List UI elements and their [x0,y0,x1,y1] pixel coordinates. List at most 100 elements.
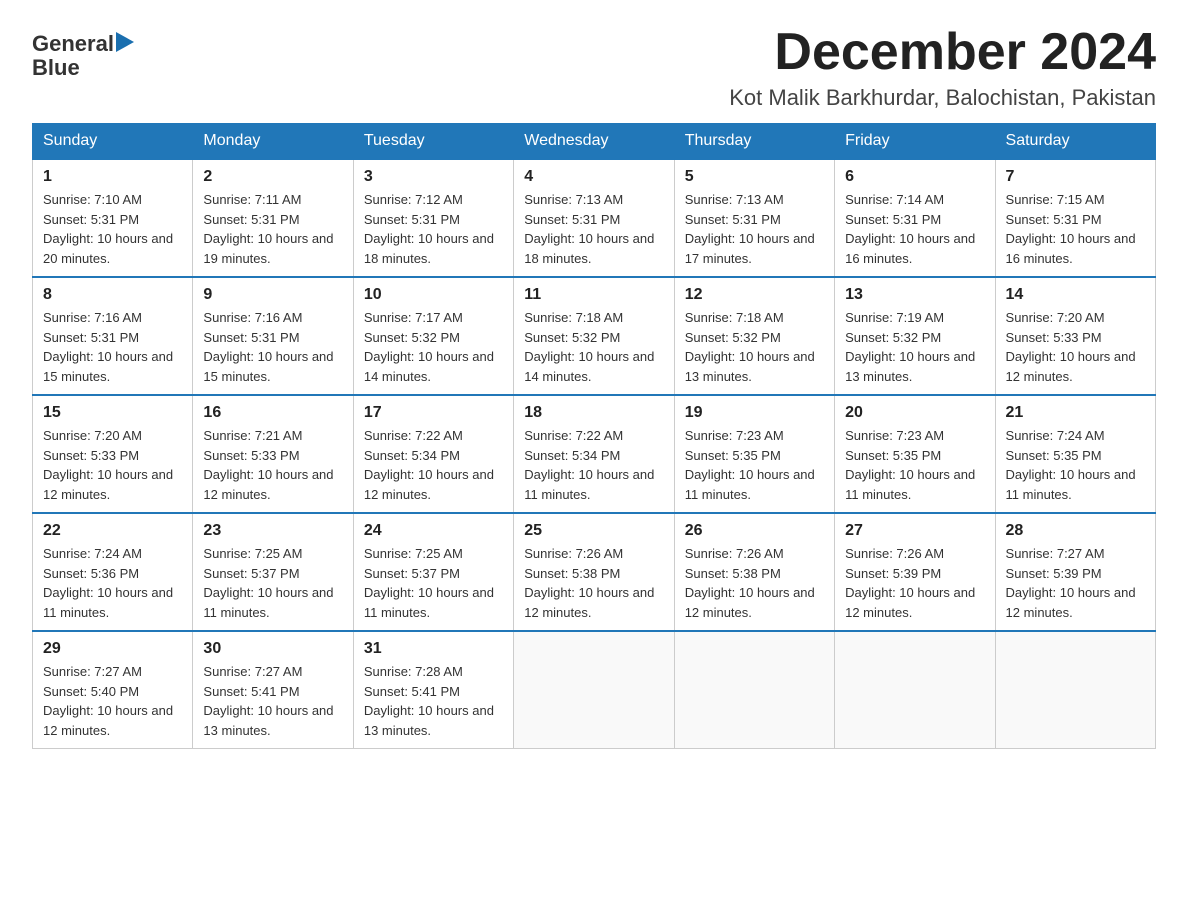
calendar-header-row: Sunday Monday Tuesday Wednesday Thursday… [33,124,1156,160]
day-info: Sunrise: 7:28 AMSunset: 5:41 PMDaylight:… [364,662,503,740]
day-info: Sunrise: 7:26 AMSunset: 5:38 PMDaylight:… [524,544,663,622]
day-number: 18 [524,404,663,422]
header-monday: Monday [193,124,353,160]
day-info: Sunrise: 7:13 AMSunset: 5:31 PMDaylight:… [524,190,663,268]
calendar-table: Sunday Monday Tuesday Wednesday Thursday… [32,123,1156,749]
header-wednesday: Wednesday [514,124,674,160]
table-row: 16Sunrise: 7:21 AMSunset: 5:33 PMDayligh… [193,395,353,513]
table-row: 20 Sunrise: 7:23 AMSunset: 5:35 PMDayligh… [835,395,995,513]
table-row: 25Sunrise: 7:26 AMSunset: 5:38 PMDayligh… [514,513,674,631]
table-row [995,631,1155,749]
logo-arrow-icon [116,32,134,52]
day-info: Sunrise: 7:20 AMSunset: 5:33 PMDaylight:… [43,426,182,504]
day-info: Sunrise: 7:23 AMSunset: 5:35 PMDaylight:… [845,426,984,504]
table-row: 31Sunrise: 7:28 AMSunset: 5:41 PMDayligh… [353,631,513,749]
month-title: December 2024 [729,24,1156,81]
header-sunday: Sunday [33,124,193,160]
table-row: 23 Sunrise: 7:25 AMSunset: 5:37 PMDayligh… [193,513,353,631]
day-info: Sunrise: 7:22 AMSunset: 5:34 PMDaylight:… [364,426,503,504]
day-number: 13 [845,286,984,304]
day-info: Sunrise: 7:18 AMSunset: 5:32 PMDaylight:… [685,308,824,386]
table-row [514,631,674,749]
table-row: 19Sunrise: 7:23 AMSunset: 5:35 PMDayligh… [674,395,834,513]
day-number: 23 [203,522,342,540]
day-number: 29 [43,640,182,658]
day-number: 22 [43,522,182,540]
day-info: Sunrise: 7:18 AMSunset: 5:32 PMDaylight:… [524,308,663,386]
table-row: 2Sunrise: 7:11 AMSunset: 5:31 PMDaylight… [193,159,353,277]
table-row: 1 Sunrise: 7:10 AMSunset: 5:31 PMDaylight… [33,159,193,277]
table-row: 9 Sunrise: 7:16 AMSunset: 5:31 PMDaylight… [193,277,353,395]
table-row: 3 Sunrise: 7:12 AMSunset: 5:31 PMDaylight… [353,159,513,277]
table-row: 12 Sunrise: 7:18 AMSunset: 5:32 PMDayligh… [674,277,834,395]
table-row: 21 Sunrise: 7:24 AMSunset: 5:35 PMDayligh… [995,395,1155,513]
header-friday: Friday [835,124,995,160]
day-info: Sunrise: 7:27 AMSunset: 5:41 PMDaylight:… [203,662,342,740]
day-info: Sunrise: 7:15 AMSunset: 5:31 PMDaylight:… [1006,190,1145,268]
day-number: 12 [685,286,824,304]
day-number: 17 [364,404,503,422]
day-number: 5 [685,168,824,186]
day-number: 24 [364,522,503,540]
day-info: Sunrise: 7:25 AMSunset: 5:37 PMDaylight:… [364,544,503,622]
day-number: 7 [1006,168,1145,186]
day-number: 10 [364,286,503,304]
day-info: Sunrise: 7:20 AMSunset: 5:33 PMDaylight:… [1006,308,1145,386]
day-info: Sunrise: 7:10 AMSunset: 5:31 PMDaylight:… [43,190,182,268]
table-row: 18Sunrise: 7:22 AMSunset: 5:34 PMDayligh… [514,395,674,513]
location-title: Kot Malik Barkhurdar, Balochistan, Pakis… [729,85,1156,111]
day-info: Sunrise: 7:26 AMSunset: 5:39 PMDaylight:… [845,544,984,622]
table-row: 15 Sunrise: 7:20 AMSunset: 5:33 PMDayligh… [33,395,193,513]
day-number: 6 [845,168,984,186]
day-number: 27 [845,522,984,540]
day-info: Sunrise: 7:14 AMSunset: 5:31 PMDaylight:… [845,190,984,268]
day-info: Sunrise: 7:27 AMSunset: 5:39 PMDaylight:… [1006,544,1145,622]
table-row: 7 Sunrise: 7:15 AMSunset: 5:31 PMDaylight… [995,159,1155,277]
calendar-week-5: 29 Sunrise: 7:27 AMSunset: 5:40 PMDayligh… [33,631,1156,749]
day-number: 28 [1006,522,1145,540]
day-number: 3 [364,168,503,186]
day-number: 30 [203,640,342,658]
logo-blue: Blue [32,56,80,80]
day-info: Sunrise: 7:12 AMSunset: 5:31 PMDaylight:… [364,190,503,268]
day-info: Sunrise: 7:16 AMSunset: 5:31 PMDaylight:… [203,308,342,386]
day-info: Sunrise: 7:25 AMSunset: 5:37 PMDaylight:… [203,544,342,622]
table-row: 27 Sunrise: 7:26 AMSunset: 5:39 PMDayligh… [835,513,995,631]
day-number: 15 [43,404,182,422]
table-row [835,631,995,749]
table-row: 17 Sunrise: 7:22 AMSunset: 5:34 PMDayligh… [353,395,513,513]
day-info: Sunrise: 7:27 AMSunset: 5:40 PMDaylight:… [43,662,182,740]
day-number: 16 [203,404,342,422]
day-info: Sunrise: 7:17 AMSunset: 5:32 PMDaylight:… [364,308,503,386]
table-row: 28 Sunrise: 7:27 AMSunset: 5:39 PMDayligh… [995,513,1155,631]
day-info: Sunrise: 7:13 AMSunset: 5:31 PMDaylight:… [685,190,824,268]
header-saturday: Saturday [995,124,1155,160]
logo: General Blue [32,32,134,80]
table-row: 24 Sunrise: 7:25 AMSunset: 5:37 PMDayligh… [353,513,513,631]
header-thursday: Thursday [674,124,834,160]
day-number: 9 [203,286,342,304]
logo-general: General [32,32,114,56]
header-tuesday: Tuesday [353,124,513,160]
title-block: December 2024 Kot Malik Barkhurdar, Balo… [729,24,1156,111]
calendar-week-1: 1 Sunrise: 7:10 AMSunset: 5:31 PMDaylight… [33,159,1156,277]
day-number: 1 [43,168,182,186]
day-number: 11 [524,286,663,304]
table-row: 13Sunrise: 7:19 AMSunset: 5:32 PMDayligh… [835,277,995,395]
table-row: 4Sunrise: 7:13 AMSunset: 5:31 PMDaylight… [514,159,674,277]
table-row: 5 Sunrise: 7:13 AMSunset: 5:31 PMDaylight… [674,159,834,277]
day-number: 21 [1006,404,1145,422]
table-row: 26Sunrise: 7:26 AMSunset: 5:38 PMDayligh… [674,513,834,631]
table-row: 6 Sunrise: 7:14 AMSunset: 5:31 PMDaylight… [835,159,995,277]
day-info: Sunrise: 7:26 AMSunset: 5:38 PMDaylight:… [685,544,824,622]
table-row: 29 Sunrise: 7:27 AMSunset: 5:40 PMDayligh… [33,631,193,749]
table-row [674,631,834,749]
table-row: 22 Sunrise: 7:24 AMSunset: 5:36 PMDayligh… [33,513,193,631]
day-info: Sunrise: 7:24 AMSunset: 5:36 PMDaylight:… [43,544,182,622]
day-number: 8 [43,286,182,304]
table-row: 10 Sunrise: 7:17 AMSunset: 5:32 PMDayligh… [353,277,513,395]
day-number: 14 [1006,286,1145,304]
table-row: 30 Sunrise: 7:27 AMSunset: 5:41 PMDayligh… [193,631,353,749]
day-info: Sunrise: 7:24 AMSunset: 5:35 PMDaylight:… [1006,426,1145,504]
day-number: 20 [845,404,984,422]
